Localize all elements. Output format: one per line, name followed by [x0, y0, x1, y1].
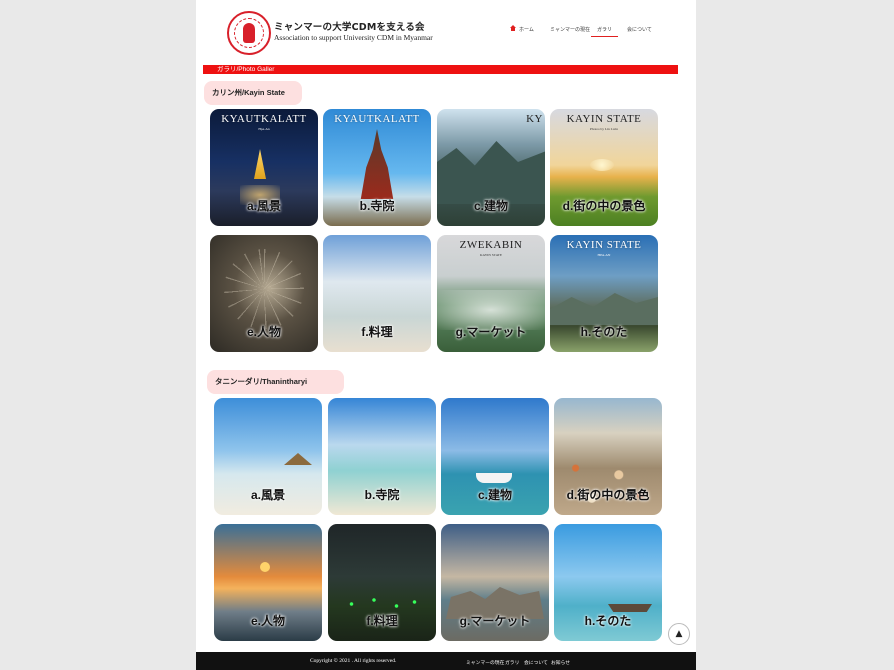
gallery-tile-kayin-b[interactable]: KYAUTKALATT b.寺院	[323, 109, 431, 226]
tile-caption: KAYIN STATE	[566, 113, 642, 125]
home-icon-base	[511, 28, 515, 31]
tile-caption-sub: Hpa-An	[258, 127, 270, 131]
footer-link-news[interactable]: お知らせ	[551, 659, 570, 666]
gallery-tile-thanintharyi-c[interactable]: c.建物	[441, 398, 549, 515]
footer-link-now[interactable]: ミャンマーの現在	[466, 659, 504, 666]
tile-label: c.建物	[477, 488, 512, 502]
sun-glow	[590, 159, 614, 171]
gallery-tile-thanintharyi-a[interactable]: a.風景	[214, 398, 322, 515]
nav-active-underline	[591, 36, 618, 37]
tile-label: h.そのた	[580, 325, 628, 339]
tile-label: g.マーケット	[455, 325, 527, 339]
tile-label: b.寺院	[364, 488, 400, 502]
tile-label: f.料理	[361, 325, 393, 339]
footer-link-gallery[interactable]: ガラリ	[505, 659, 519, 666]
gallery-tile-thanintharyi-g[interactable]: g.マーケット	[441, 524, 549, 641]
tile-label: d.街の中の景色	[566, 488, 650, 502]
tile-caption: KY	[526, 113, 543, 125]
site-subtitle: Association to support University CDM in…	[274, 33, 433, 42]
tile-label: a.風景	[246, 199, 281, 213]
tile-label: e.人物	[250, 614, 285, 628]
gallery-tile-kayin-a[interactable]: KYAUTKALATT Hpa-An a.風景	[210, 109, 318, 226]
tile-label: h.そのた	[584, 614, 632, 628]
gallery-tile-thanintharyi-h[interactable]: h.そのた	[554, 524, 662, 641]
section-title-kayin: カリン州/Kayin State	[204, 81, 302, 105]
logo-emblem[interactable]	[227, 11, 271, 55]
site-title[interactable]: ミャンマーの大学CDMを支える会	[274, 19, 425, 33]
gallery-tile-thanintharyi-b[interactable]: b.寺院	[328, 398, 436, 515]
longboat-image	[608, 604, 652, 612]
temple-icon	[360, 129, 394, 199]
gallery-tile-thanintharyi-f[interactable]: f.料理	[328, 524, 436, 641]
hills-image	[550, 293, 658, 325]
nav-about[interactable]: 会について	[627, 26, 652, 33]
tile-label: d.街の中の景色	[562, 199, 646, 213]
speedboat-image	[476, 473, 512, 483]
gallery-tile-thanintharyi-e[interactable]: e.人物	[214, 524, 322, 641]
mountain-image	[437, 141, 545, 204]
pagoda-icon	[254, 149, 266, 179]
section-title-thanintharyi: タニンーダリ/Thanintharyi Division	[207, 370, 344, 410]
logo-figure-icon	[243, 23, 255, 43]
gallery-tile-thanintharyi-d[interactable]: d.街の中の景色	[554, 398, 662, 515]
nav-gallery[interactable]: ガラリ	[597, 26, 612, 33]
sunset-sun	[260, 562, 270, 572]
tile-label: b.寺院	[359, 199, 395, 213]
arrow-up-icon: ▲	[675, 629, 683, 639]
gallery-tile-kayin-c[interactable]: KY c.建物	[437, 109, 545, 226]
nav-myanmar-now[interactable]: ミャンマーの現在	[550, 26, 590, 33]
footer-link-about[interactable]: 会について	[524, 659, 548, 666]
shells-image	[554, 448, 662, 515]
tile-label: e.人物	[246, 325, 281, 339]
tile-label: g.マーケット	[459, 614, 531, 628]
tile-caption: KYAUTKALATT	[334, 113, 420, 125]
footer	[196, 652, 696, 670]
tile-caption-sub: HPA-AN	[597, 253, 611, 257]
aerial-pattern	[224, 249, 304, 329]
gallery-tile-kayin-f[interactable]: f.料理	[323, 235, 431, 352]
gallery-tile-kayin-g[interactable]: ZWEKABIN KAYIN STATE g.マーケット	[437, 235, 545, 352]
tile-caption-sub: Photos by Lin Lwin	[590, 127, 618, 131]
nav-home[interactable]: ホーム	[510, 25, 534, 33]
tile-caption: KYAUTKALATT	[221, 113, 307, 125]
footer-copyright: Copyright © 2021 . All rights reserved.	[310, 658, 397, 664]
night-lights	[338, 594, 428, 614]
tile-caption-sub: KAYIN STATE	[479, 253, 503, 257]
gallery-tile-kayin-h[interactable]: KAYIN STATE HPA-AN h.そのた	[550, 235, 658, 352]
tile-label: a.風景	[250, 488, 285, 502]
beach-umbrella-icon	[284, 453, 312, 465]
gallery-tile-kayin-d[interactable]: KAYIN STATE Photos by Lin Lwin d.街の中の景色	[550, 109, 658, 226]
tile-label: c.建物	[473, 199, 508, 213]
tile-label: f.料理	[366, 614, 398, 628]
tile-caption: ZWEKABIN	[459, 239, 523, 251]
gallery-banner-label: ガラリ/Photo Galler	[217, 66, 275, 73]
scroll-to-top-button[interactable]: ▲	[668, 623, 690, 645]
gallery-banner: ガラリ/Photo Galler	[203, 65, 678, 74]
gallery-tile-kayin-e[interactable]: e.人物	[210, 235, 318, 352]
tile-caption: KAYIN STATE	[566, 239, 642, 251]
